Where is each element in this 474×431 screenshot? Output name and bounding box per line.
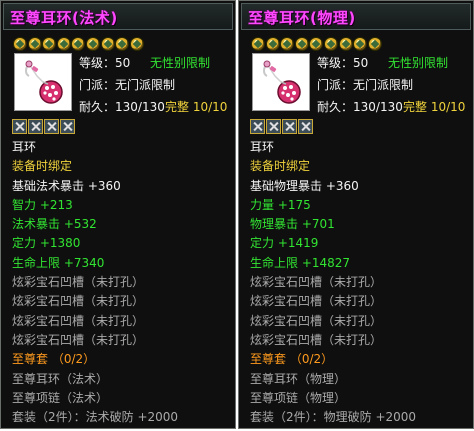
attribute-line: 炫彩宝石凹槽（未打孔） (12, 275, 145, 290)
item-title: 至尊耳环(法术) (10, 9, 118, 27)
star-gem-icon (130, 38, 143, 50)
attribute-line: 基础物理暴击 +360 (250, 178, 359, 193)
star-gem-icon (368, 38, 381, 50)
attribute-line: 定力 +1380 (12, 236, 81, 251)
earring-icon (252, 53, 310, 111)
durability: 耐久：130/130 (317, 100, 403, 114)
attribute-line: 生命上限 +7340 (12, 255, 105, 270)
attribute-line: 至尊项链（物理） (250, 390, 347, 405)
star-gem-icon (14, 38, 26, 50)
empty-socket-icon (266, 119, 281, 134)
level-requirement: 等级：50 (79, 56, 131, 70)
attribute-line: 套装（2件）：物理破防 +2000 (250, 410, 417, 425)
star-gem-icon (354, 38, 367, 50)
attribute-line: 物理暴击 +701 (250, 217, 335, 232)
durability: 耐久：130/130 (79, 100, 165, 114)
star-gem-icon (43, 38, 56, 50)
attribute-list: 耳环装备时绑定基础物理暴击 +360 力量 +175 物理暴击 +701 定力 +14… (250, 138, 417, 428)
star-gem-icon (101, 38, 114, 50)
school-restriction: 门派：无门派限制 (79, 78, 176, 92)
gender-restriction: 无性别限制 (388, 56, 449, 70)
empty-socket-icon (298, 119, 313, 134)
attribute-line: 至尊套 （0/2） (12, 352, 96, 367)
level-requirement: 等级：50 (317, 56, 369, 70)
empty-socket-icon (60, 119, 75, 134)
star-gem-icon (281, 38, 294, 50)
item-title: 至尊耳环(物理) (248, 9, 356, 27)
empty-socket-icon (250, 119, 265, 134)
integrity: 完整 10/10 (165, 100, 228, 114)
star-gem-icon (310, 38, 323, 50)
item-tooltip-physical: 至尊耳环(物理) 等级：50 无性别限制门派：无门派限制 耐久：130/130 完整 1… (238, 0, 474, 429)
star-gem-icon (87, 38, 99, 50)
attribute-list: 耳环装备时绑定基础法术暴击 +360 智力 +213 法术暴击 +532 定力 +13… (12, 138, 179, 428)
school-restriction: 门派：无门派限制 (317, 78, 414, 92)
item-tooltip-magic: 至尊耳环(法术) 等级：50 无性别限制门派：无门派限制 耐久：130/130 完整 1… (0, 0, 236, 429)
attribute-line: 装备时绑定 (250, 159, 311, 174)
star-gem-icon (325, 38, 337, 50)
attribute-line: 炫彩宝石凹槽（未打孔） (250, 313, 383, 328)
attribute-line: 炫彩宝石凹槽（未打孔） (250, 332, 383, 347)
attribute-line: 至尊项链（法术） (12, 390, 109, 405)
empty-socket-icon (28, 119, 43, 134)
attribute-line: 套装（2件）：法术破防 +2000 (12, 410, 179, 425)
tooltip-title-bar: 至尊耳环(物理) (241, 3, 471, 30)
attribute-line: 耳环 (250, 140, 275, 154)
integrity: 完整 10/10 (403, 100, 466, 114)
empty-socket-icon (282, 119, 297, 134)
empty-socket-icon (12, 119, 27, 134)
star-gem-icon (116, 38, 129, 50)
attribute-line: 智力 +213 (12, 197, 73, 212)
attribute-line: 耳环 (12, 140, 37, 154)
attribute-line: 装备觉醒 （0/3） 1阶段 0% (12, 427, 178, 428)
attribute-line: 至尊耳环（法术） (12, 371, 109, 386)
star-gem-icon (57, 38, 70, 50)
attribute-line: 基础法术暴击 +360 (12, 178, 121, 193)
attribute-line: 炫彩宝石凹槽（未打孔） (12, 332, 145, 347)
attribute-line: 装备觉醒 （0/3） 1阶段 0% (250, 427, 416, 428)
attribute-line: 炫彩宝石凹槽（未打孔） (250, 275, 383, 290)
empty-socket-icon (44, 119, 59, 134)
attribute-line: 法术暴击 +532 (12, 217, 97, 232)
attribute-line: 生命上限 +14827 (250, 255, 351, 270)
attribute-line: 装备时绑定 (12, 159, 73, 174)
tooltip-title-bar: 至尊耳环(法术) (3, 3, 233, 30)
attribute-line: 至尊套 （0/2） (250, 352, 334, 367)
attribute-line: 炫彩宝石凹槽（未打孔） (250, 294, 383, 309)
star-gem-icon (252, 38, 264, 50)
attribute-line: 炫彩宝石凹槽（未打孔） (12, 313, 145, 328)
attribute-line: 定力 +1419 (250, 236, 319, 251)
earring-icon (14, 53, 72, 111)
star-gem-icon (72, 38, 85, 50)
star-gem-icon (339, 38, 352, 50)
attribute-line: 炫彩宝石凹槽（未打孔） (12, 294, 145, 309)
star-gem-icon (266, 38, 279, 50)
star-gem-icon (295, 38, 308, 50)
attribute-line: 至尊耳环（物理） (250, 371, 347, 386)
gender-restriction: 无性别限制 (150, 56, 211, 70)
attribute-line: 力量 +175 (250, 197, 311, 212)
star-gem-icon (28, 38, 41, 50)
